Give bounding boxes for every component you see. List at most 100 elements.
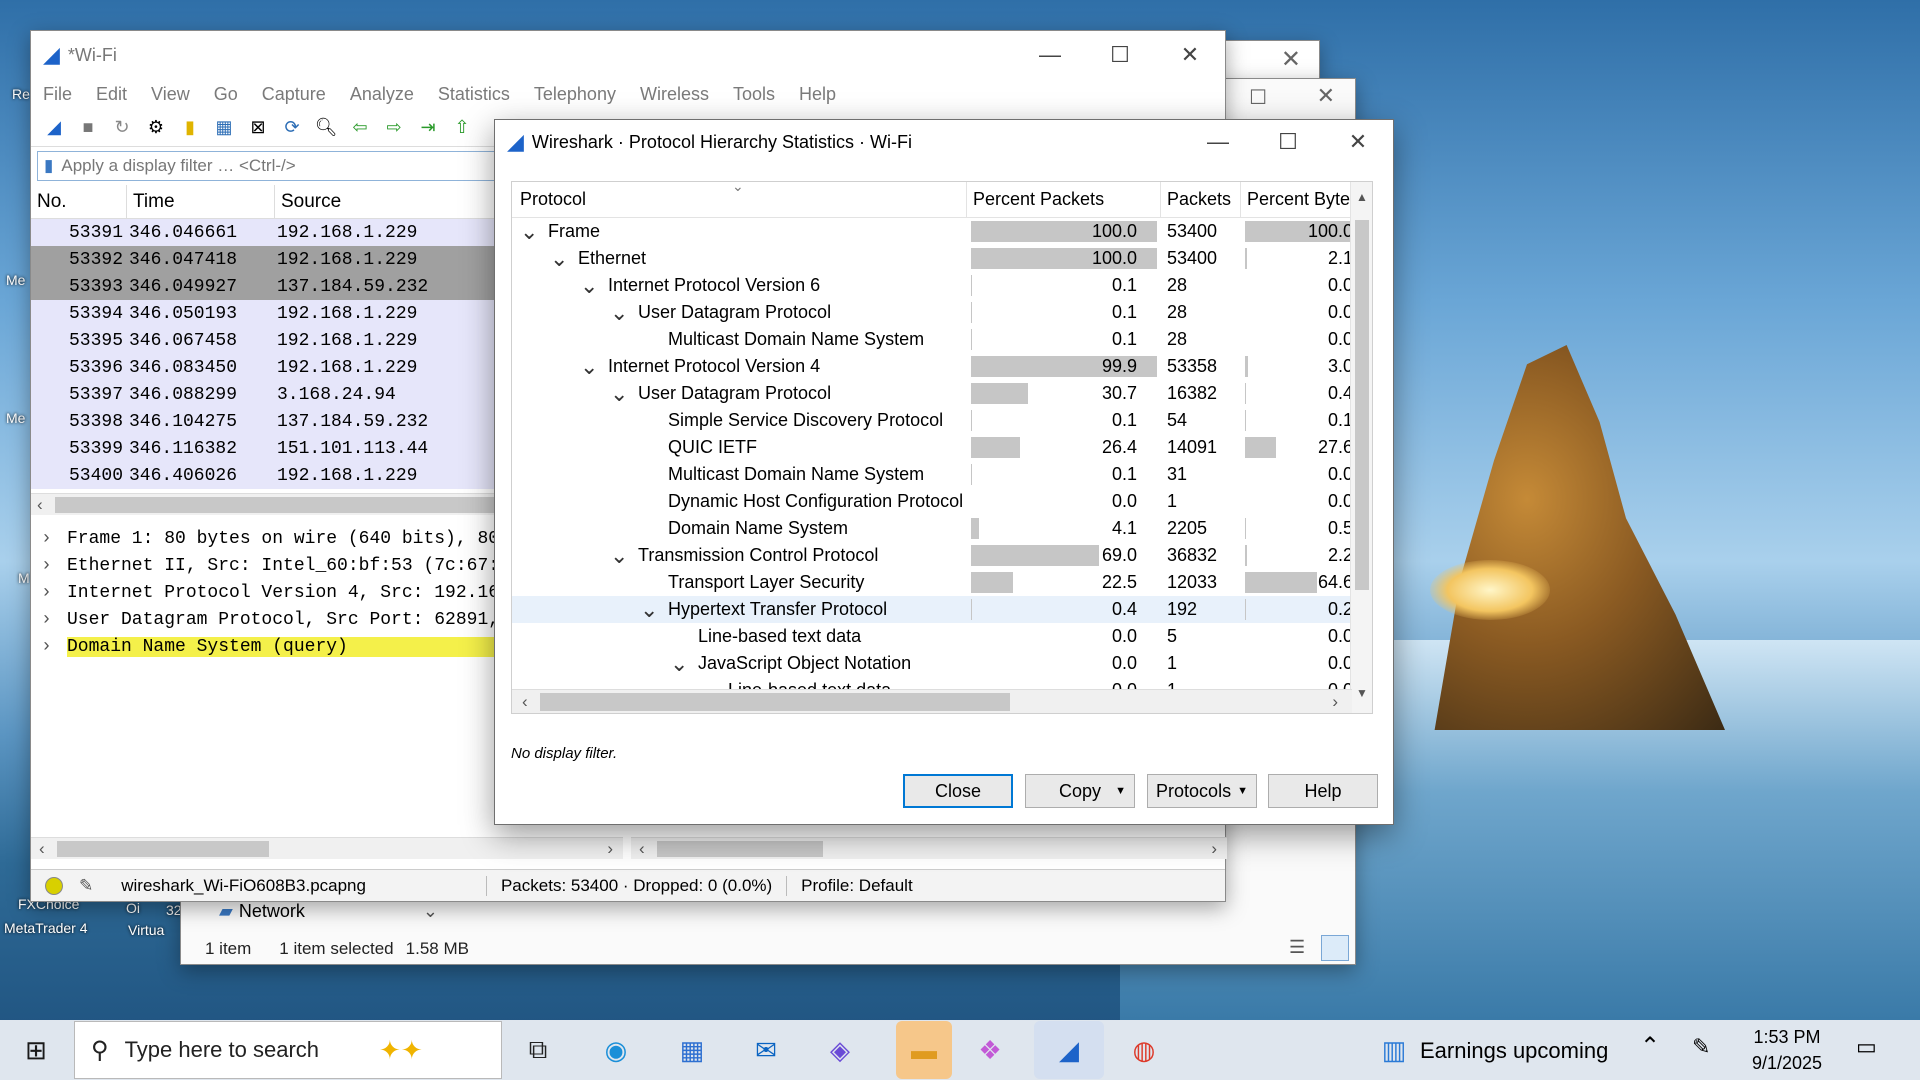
protocol-row[interactable]: ⌄ Internet Protocol Version 4 99.9 53358 3.0 xyxy=(512,353,1372,380)
system-clock[interactable]: 1:53 PM 9/1/2025 xyxy=(1752,1024,1822,1076)
chevron-up-icon[interactable]: ⌃ xyxy=(1640,1032,1660,1061)
protocol-row[interactable]: ⌄ User Datagram Protocol 0.1 28 0.0 xyxy=(512,299,1372,326)
wireshark-taskbar-icon[interactable]: ◢ xyxy=(1034,1021,1104,1079)
protocol-row[interactable]: Multicast Domain Name System 0.1 28 0.0 xyxy=(512,326,1372,353)
packet-row[interactable]: 53396 346.083450 192.168.1.229 xyxy=(31,354,497,381)
desktop-icon-label[interactable]: Re xyxy=(12,86,30,102)
chevron-up-icon[interactable]: ▲ xyxy=(1356,190,1368,204)
protocol-row[interactable]: ⌄ Frame 100.0 53400 100.0 xyxy=(512,218,1372,245)
minimize-icon[interactable]: — xyxy=(1183,120,1253,164)
chevron-right-icon[interactable]: › xyxy=(1332,692,1338,712)
close-icon[interactable]: ✕ xyxy=(1281,45,1301,74)
chevron-down-icon[interactable]: ⌄ xyxy=(670,652,698,674)
protocol-row[interactable]: ⌄ Transmission Control Protocol 69.0 36832 2… xyxy=(512,542,1372,569)
close-file-icon[interactable]: ⊠ xyxy=(245,115,271,141)
packet-row[interactable]: 53398 346.104275 137.184.59.232 xyxy=(31,408,497,435)
edge-icon[interactable]: ◉ xyxy=(594,1030,638,1070)
minimize-icon[interactable]: — xyxy=(1015,31,1085,79)
go-forward-icon[interactable]: ⇨ xyxy=(381,115,407,141)
go-back-icon[interactable]: ⇦ xyxy=(347,115,373,141)
column-protocol[interactable]: Protocol ⌄ xyxy=(512,182,967,217)
protocol-row[interactable]: Simple Service Discovery Protocol 0.1 54 0.… xyxy=(512,407,1372,434)
protocol-hierarchy-dialog[interactable]: ◢ Wireshark · Protocol Hierarchy Statist… xyxy=(494,119,1394,825)
go-first-icon[interactable]: ⇧ xyxy=(449,115,475,141)
packet-row[interactable]: 53399 346.116382 151.101.113.44 xyxy=(31,435,497,462)
protocol-tree-vscrollbar[interactable]: ▲ ▼ xyxy=(1350,182,1372,713)
chevron-left-icon[interactable]: ‹ xyxy=(639,839,645,859)
protocol-row[interactable]: ⌄ Internet Protocol Version 6 0.1 28 0.0 xyxy=(512,272,1372,299)
file-explorer-taskbar-icon[interactable]: ▬ xyxy=(896,1021,952,1079)
chevron-down-icon[interactable]: ⌄ xyxy=(550,247,578,269)
column-source[interactable]: Source xyxy=(275,185,497,218)
reload-file-icon[interactable]: ⟳ xyxy=(279,115,305,141)
chevron-down-icon[interactable]: ⌄ xyxy=(580,274,608,296)
desktop-icon-label[interactable]: M xyxy=(18,570,30,586)
maximize-icon[interactable]: ☐ xyxy=(1085,31,1155,79)
column-percent-bytes[interactable]: Percent Bytes xyxy=(1241,182,1361,217)
packet-row[interactable]: 53397 346.088299 3.168.24.94 xyxy=(31,381,497,408)
profile-indicator[interactable]: Profile: Default xyxy=(786,875,913,896)
stop-capture-icon[interactable]: ■ xyxy=(75,115,101,141)
close-icon[interactable]: ✕ xyxy=(1155,31,1225,79)
chrome-icon[interactable]: ◍ xyxy=(1122,1030,1166,1070)
protocol-row[interactable]: ⌄ Ethernet 100.0 53400 2.1 xyxy=(512,245,1372,272)
protocol-row[interactable]: Transport Layer Security 22.5 12033 64.6 xyxy=(512,569,1372,596)
chevron-down-icon[interactable]: ⌄ xyxy=(423,901,438,922)
bytes-hscrollbar[interactable]: ‹ › xyxy=(631,837,1227,859)
column-no[interactable]: No. xyxy=(31,185,127,218)
chevron-right-icon[interactable]: › xyxy=(41,529,67,549)
restart-capture-icon[interactable]: ↻ xyxy=(109,115,135,141)
packet-row[interactable]: 53393 346.049927 137.184.59.232 xyxy=(31,273,497,300)
chevron-down-icon[interactable]: ⌄ xyxy=(580,355,608,377)
chevron-right-icon[interactable]: › xyxy=(41,556,67,576)
pen-icon[interactable]: ✎ xyxy=(1692,1034,1710,1060)
edit-comment-icon[interactable]: ✎ xyxy=(79,876,93,896)
outlook-icon[interactable]: ✉ xyxy=(744,1030,788,1070)
packet-row[interactable]: 53392 346.047418 192.168.1.229 xyxy=(31,246,497,273)
maximize-icon[interactable]: ☐ xyxy=(1253,120,1323,164)
column-percent-packets[interactable]: Percent Packets xyxy=(967,182,1161,217)
details-hscrollbar[interactable]: ‹ › xyxy=(31,837,623,859)
chevron-right-icon[interactable]: › xyxy=(41,583,67,603)
find-packet-icon[interactable]: 🔍︎ xyxy=(313,115,339,141)
packet-list-hscrollbar[interactable]: ‹ xyxy=(31,493,497,515)
chevron-right-icon[interactable]: › xyxy=(607,839,613,859)
packet-row[interactable]: 53400 346.406026 192.168.1.229 xyxy=(31,462,497,489)
details-view-icon[interactable]: ☰ xyxy=(1289,937,1305,958)
packet-row[interactable]: 53391 346.046661 192.168.1.229 xyxy=(31,219,497,246)
protocol-row[interactable]: QUIC IETF 26.4 14091 27.6 xyxy=(512,434,1372,461)
weather-widget-text[interactable]: Earnings upcoming xyxy=(1420,1038,1608,1064)
protocol-row[interactable]: ⌄ Hypertext Transfer Protocol 0.4 192 0.2 xyxy=(512,596,1372,623)
menu-help[interactable]: Help xyxy=(799,84,836,105)
packet-list[interactable]: 53391 346.046661 192.168.1.229 53392 346.047… xyxy=(31,219,497,489)
notification-icon[interactable]: ▭ xyxy=(1856,1034,1877,1060)
menu-edit[interactable]: Edit xyxy=(96,84,127,105)
menu-capture[interactable]: Capture xyxy=(262,84,326,105)
tiles-view-icon[interactable] xyxy=(1321,935,1349,961)
chevron-down-icon[interactable]: ⌄ xyxy=(640,598,668,620)
chevron-left-icon[interactable]: ‹ xyxy=(522,692,528,712)
task-view-icon[interactable]: ⧉ xyxy=(516,1030,560,1070)
desktop-icon-label[interactable]: Oi xyxy=(126,900,140,916)
protocol-tree[interactable]: Protocol ⌄ Percent Packets Packets Perce… xyxy=(511,181,1373,714)
protocol-row[interactable]: ⌄ User Datagram Protocol 30.7 16382 0.4 xyxy=(512,380,1372,407)
display-filter-bar[interactable]: ▮ Apply a display filter … <Ctrl-/> xyxy=(37,151,501,181)
menu-tools[interactable]: Tools xyxy=(733,84,775,105)
protocol-row[interactable]: Line-based text data 0.0 5 0.0 xyxy=(512,623,1372,650)
m365-icon[interactable]: ◈ xyxy=(818,1030,862,1070)
close-button[interactable]: Close xyxy=(903,774,1013,808)
capture-options-icon[interactable]: ⚙ xyxy=(143,115,169,141)
chevron-down-icon[interactable]: ▼ xyxy=(1356,686,1368,700)
chevron-left-icon[interactable]: ‹ xyxy=(37,495,43,515)
protocol-row[interactable]: Dynamic Host Configuration Protocol 0.0 1 0… xyxy=(512,488,1372,515)
menu-go[interactable]: Go xyxy=(214,84,238,105)
chevron-right-icon[interactable]: › xyxy=(41,610,67,630)
copy-button[interactable]: Copy ▼ xyxy=(1025,774,1135,808)
chevron-down-icon[interactable]: ⌄ xyxy=(610,382,638,404)
copilot-icon[interactable]: ❖ xyxy=(968,1030,1012,1070)
desktop-icon-label[interactable]: Virtua xyxy=(128,922,164,938)
nav-pane-network[interactable]: ▰ Network ⌄ xyxy=(219,901,438,922)
menu-file[interactable]: File xyxy=(43,84,72,105)
chevron-right-icon[interactable]: › xyxy=(1211,839,1217,859)
chevron-down-icon[interactable]: ⌄ xyxy=(610,301,638,323)
